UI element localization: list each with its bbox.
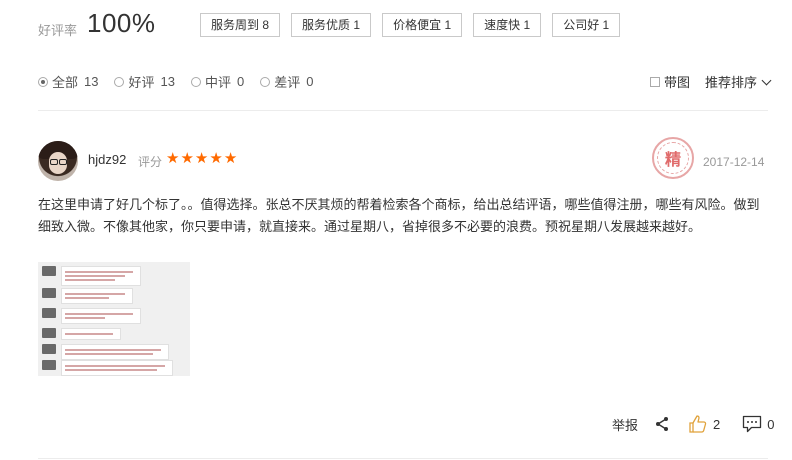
radio-checked-icon: [38, 76, 48, 87]
positive-rate-label: 好评率: [38, 23, 78, 38]
filter-count: 0: [306, 74, 314, 89]
tag-label: 价格便宜: [393, 18, 442, 32]
star-icon: ★: [209, 150, 223, 167]
divider: [38, 458, 768, 459]
radio-icon: [190, 76, 201, 87]
tag-label: 速度快: [484, 18, 521, 32]
review-tags: 服务周到 8 服务优质 1 价格便宜 1 速度快 1 公司好 1: [200, 13, 621, 37]
filter-label: 中评: [204, 75, 231, 90]
reviewer-username[interactable]: hjdz92: [88, 152, 126, 167]
tag-service-thoughtful[interactable]: 服务周到 8: [200, 13, 281, 37]
filter-positive[interactable]: 好评 13: [114, 72, 175, 91]
share-icon: [656, 417, 669, 431]
star-icon: ★: [194, 150, 209, 167]
tag-cheap-price[interactable]: 价格便宜 1: [382, 13, 463, 37]
thumbs-up-icon: [689, 415, 707, 433]
review-date: 2017-12-14: [703, 155, 765, 169]
with-pictures-checkbox[interactable]: 带图: [650, 72, 690, 91]
tag-count: 8: [262, 18, 270, 32]
checkbox-icon: [650, 76, 660, 87]
chevron-down-icon: [761, 75, 772, 85]
sort-label: 推荐排序: [705, 75, 758, 90]
radio-icon: [114, 76, 125, 87]
filter-all[interactable]: 全部 13: [38, 72, 98, 91]
star-icon: ★: [166, 150, 180, 167]
tag-label: 服务优质: [302, 18, 351, 32]
report-label: 举报: [612, 417, 639, 433]
avatar[interactable]: [38, 141, 78, 181]
tag-count: 1: [602, 18, 610, 32]
tag-count: 1: [353, 18, 361, 32]
filter-negative[interactable]: 差评 0: [260, 72, 313, 91]
filter-count: 0: [236, 74, 245, 89]
tag-service-quality[interactable]: 服务优质 1: [291, 13, 372, 37]
star-icon: ★: [180, 150, 194, 167]
tag-label: 公司好: [563, 18, 600, 32]
score-label: 评分: [138, 155, 163, 169]
with-pictures-label: 带图: [664, 75, 691, 90]
review-actions: 举报 2 0: [612, 414, 774, 434]
rating-stars: ★ ★ ★ ★ ★: [166, 151, 237, 166]
filter-label: 全部: [52, 75, 79, 90]
sort-dropdown[interactable]: 推荐排序: [705, 72, 772, 91]
comment-count: 0: [767, 416, 775, 432]
radio-icon: [260, 76, 271, 87]
tag-count: 1: [444, 18, 452, 32]
divider: [38, 110, 768, 111]
share-button[interactable]: [654, 416, 670, 432]
filter-count: 13: [84, 74, 99, 89]
filter-count: 13: [160, 74, 175, 89]
comment-button[interactable]: 0: [742, 415, 774, 433]
tag-count: 1: [523, 18, 531, 32]
positive-rate-value: 100%: [87, 8, 156, 38]
tag-good-company[interactable]: 公司好 1: [552, 13, 621, 37]
filter-label: 差评: [274, 75, 301, 90]
review-filter-group: 全部 13 好评 13 中评 0 差评 0: [38, 72, 313, 91]
review-content: 在这里申请了好几个标了。。值得选择。张总不厌其烦的帮着检索各个商标，给出总结评语…: [38, 197, 760, 234]
comment-icon: [743, 415, 762, 433]
filter-neutral[interactable]: 中评 0: [190, 72, 245, 91]
tag-fast[interactable]: 速度快 1: [473, 13, 542, 37]
review-image-thumbnail[interactable]: [38, 262, 190, 376]
report-button[interactable]: 举报: [612, 415, 638, 434]
featured-seal-text: 精: [657, 142, 689, 174]
filter-label: 好评: [128, 75, 155, 90]
like-button[interactable]: 2: [688, 414, 720, 434]
star-icon: ★: [223, 150, 238, 167]
like-count: 2: [713, 416, 721, 432]
tag-label: 服务周到: [211, 18, 260, 32]
featured-seal: 精: [652, 137, 694, 179]
